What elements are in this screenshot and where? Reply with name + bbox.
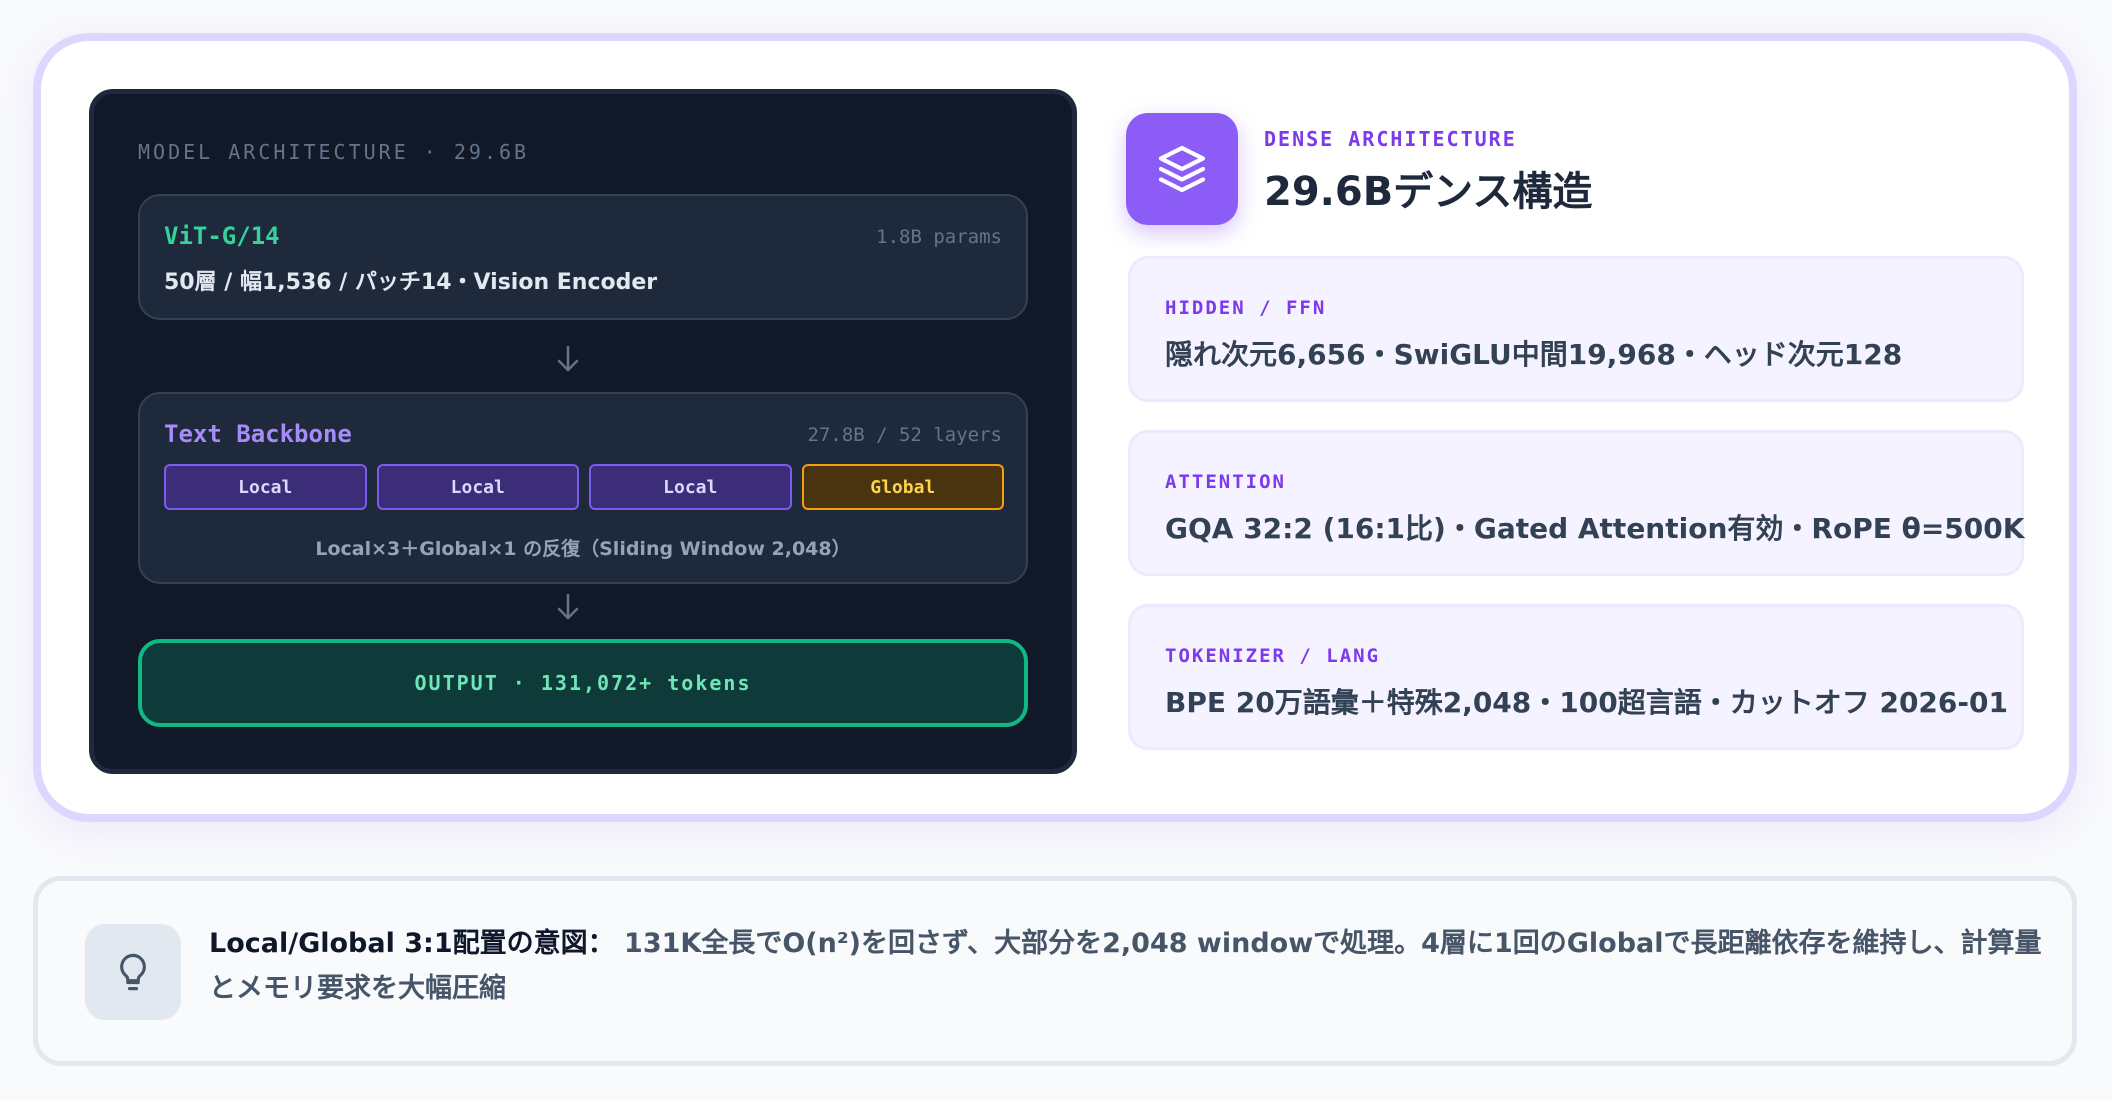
spec-label: ATTENTION <box>1165 471 1286 493</box>
note-text: Local/Global 3:1配置の意図： 131K全長でO(n²)を回さず、… <box>209 921 2049 1011</box>
output-block: OUTPUT · 131,072+ tokens <box>138 639 1028 727</box>
vision-encoder-desc: 50層 / 幅1,536 / パッチ14・Vision Encoder <box>164 270 658 295</box>
text-backbone-block: Text Backbone 27.8B / 52 layers Local Lo… <box>138 392 1028 584</box>
header-eyebrow: DENSE ARCHITECTURE <box>1264 127 1517 151</box>
text-backbone-name: Text Backbone <box>164 420 352 448</box>
spec-value: 隠れ次元6,656・SwiGLU中間19,968・ヘッド次元128 <box>1165 338 1903 371</box>
note-callout: Local/Global 3:1配置の意図： 131K全長でO(n²)を回さず、… <box>33 876 2077 1066</box>
vision-encoder-block: ViT-G/14 1.8B params 50層 / 幅1,536 / パッチ1… <box>138 194 1028 320</box>
note-lead: Local/Global 3:1配置の意図： <box>209 928 615 959</box>
spec-card-attention: ATTENTION GQA 32:2 (16:1比)・Gated Attenti… <box>1128 430 2024 576</box>
diagram-title: MODEL ARCHITECTURE · 29.6B <box>138 140 530 164</box>
header-title: 29.6Bデンス構造 <box>1264 169 1593 215</box>
architecture-diagram: MODEL ARCHITECTURE · 29.6B ViT-G/14 1.8B… <box>89 89 1077 774</box>
spec-label: TOKENIZER / LANG <box>1165 645 1381 667</box>
spec-value: BPE 20万語彙＋特殊2,048・100超言語・カットオフ 2026-01 <box>1165 686 2008 719</box>
layer-pattern: Local Local Local Global <box>164 464 1004 510</box>
main-card: MODEL ARCHITECTURE · 29.6B ViT-G/14 1.8B… <box>33 33 2077 822</box>
layers-icon <box>1126 113 1238 225</box>
arrow-down-icon <box>557 345 579 372</box>
vision-encoder-name: ViT-G/14 <box>164 222 280 250</box>
layer-local: Local <box>376 464 579 510</box>
text-backbone-meta: 27.8B / 52 layers <box>807 424 1002 446</box>
spec-label: HIDDEN / FFN <box>1165 297 1327 319</box>
spec-card-hidden-ffn: HIDDEN / FFN 隠れ次元6,656・SwiGLU中間19,968・ヘッ… <box>1128 256 2024 402</box>
spec-card-tokenizer: TOKENIZER / LANG BPE 20万語彙＋特殊2,048・100超言… <box>1128 604 2024 750</box>
vision-encoder-params: 1.8B params <box>876 226 1002 248</box>
layer-global: Global <box>801 464 1004 510</box>
layer-local: Local <box>589 464 792 510</box>
lightbulb-icon <box>85 924 181 1020</box>
arrow-down-icon <box>557 593 579 620</box>
layer-local: Local <box>164 464 367 510</box>
spec-value: GQA 32:2 (16:1比)・Gated Attention有効・RoPE … <box>1165 512 2025 545</box>
layer-pattern-caption: Local×3＋Global×1 の反復（Sliding Window 2,04… <box>315 538 851 560</box>
